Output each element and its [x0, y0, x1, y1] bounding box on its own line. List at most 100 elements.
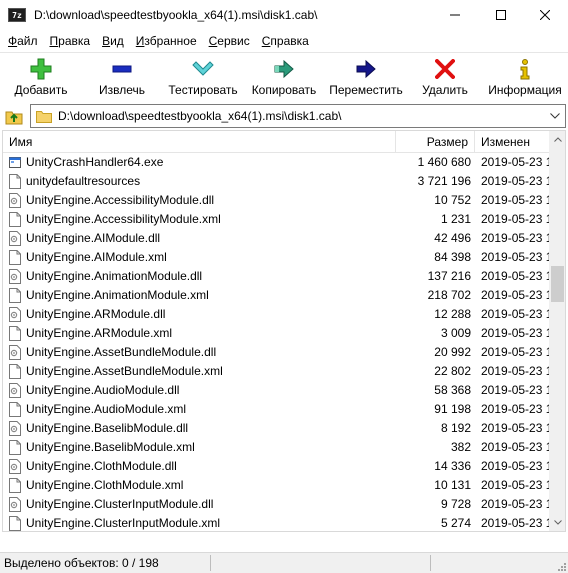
scrollbar-thumb[interactable]: [551, 266, 564, 302]
file-row[interactable]: UnityEngine.BaselibModule.dll 8 192 2019-0…: [3, 419, 549, 438]
close-button[interactable]: [522, 0, 568, 30]
file-row[interactable]: UnityEngine.AudioModule.dll 58 368 2019-05…: [3, 381, 549, 400]
extract-button[interactable]: Извлечь: [92, 53, 152, 101]
column-header-size[interactable]: Размер: [396, 131, 474, 153]
list-header: Имя Размер Изменен: [3, 131, 549, 153]
test-label: Тестировать: [168, 83, 238, 97]
menu-edit[interactable]: Правка: [44, 31, 97, 51]
menu-favorites[interactable]: Избранное: [130, 31, 203, 51]
delete-label: Удалить: [422, 83, 468, 97]
add-button[interactable]: Добавить: [6, 53, 76, 101]
copy-arrow-icon: [274, 59, 294, 79]
address-dropdown-button[interactable]: [549, 109, 561, 123]
delete-button[interactable]: Удалить: [416, 53, 474, 101]
file-modified: 2019-05-23 1: [481, 326, 549, 340]
file-size: 91 198: [434, 402, 471, 416]
file-size: 3 721 196: [417, 174, 471, 188]
copy-button[interactable]: Копировать: [248, 53, 320, 101]
address-path: D:\download\speedtestbyookla_x64(1).msi\…: [58, 109, 342, 123]
menu-help[interactable]: Справка: [256, 31, 315, 51]
up-folder-button[interactable]: [4, 106, 24, 126]
file-name: UnityEngine.AIModule.dll: [26, 231, 161, 245]
extract-label: Извлечь: [98, 83, 145, 97]
file-row[interactable]: UnityEngine.AssetBundleModule.dll 20 992 2…: [3, 343, 549, 362]
file-row[interactable]: UnityEngine.AccessibilityModule.xml 1 231…: [3, 210, 549, 229]
folder-icon: [36, 110, 52, 123]
info-label: Информация: [488, 83, 562, 97]
dll-file-icon: [9, 231, 21, 246]
file-row[interactable]: UnityEngine.ClothModule.dll 14 336 2019-05…: [3, 457, 549, 476]
file-modified: 2019-05-23 1: [481, 250, 549, 264]
dll-file-icon: [9, 193, 21, 208]
info-button[interactable]: Информация: [486, 53, 564, 101]
file-row[interactable]: UnityEngine.AudioModule.xml 91 198 2019-05…: [3, 400, 549, 419]
copy-label: Копировать: [251, 83, 317, 97]
file-row[interactable]: UnityEngine.ARModule.dll 12 288 2019-05-23…: [3, 305, 549, 324]
file-row[interactable]: UnityEngine.BaselibModule.xml 382 2019-05-…: [3, 438, 549, 457]
file-row[interactable]: UnityEngine.AnimationModule.xml 218 702 20…: [3, 286, 549, 305]
file-size: 137 216: [427, 269, 471, 283]
file-name: unitydefaultresources: [26, 174, 141, 188]
file-name: UnityEngine.ClusterInputModule.xml: [26, 516, 221, 530]
file-size: 218 702: [427, 288, 471, 302]
minimize-button[interactable]: [432, 0, 478, 30]
file-modified: 2019-05-23 1: [481, 383, 549, 397]
dll-file-icon: [9, 383, 21, 398]
address-row: D:\download\speedtestbyookla_x64(1).msi\…: [0, 102, 568, 128]
file-modified: 2019-05-23 1: [481, 421, 549, 435]
file-row[interactable]: UnityEngine.ClusterInputModule.xml 5 274 2…: [3, 514, 549, 531]
file-modified: 2019-05-23 1: [481, 440, 549, 454]
file-size: 1 460 680: [417, 155, 471, 169]
column-header-modified[interactable]: Изменен: [475, 131, 549, 153]
file-size: 8 192: [440, 421, 471, 435]
file-row[interactable]: UnityEngine.AccessibilityModule.dll 10 75…: [3, 191, 549, 210]
file-name: UnityEngine.ClothModule.xml: [26, 478, 184, 492]
file-size: 5 274: [440, 516, 471, 530]
status-bar: Выделено объектов: 0 / 198: [0, 552, 568, 573]
toolbar: Добавить Извлечь Тестировать Копировать: [0, 52, 568, 102]
menu-view[interactable]: Вид: [96, 31, 130, 51]
file-modified: 2019-05-23 1: [481, 345, 549, 359]
file-row[interactable]: unitydefaultresources 3 721 196 2019-05-23…: [3, 172, 549, 191]
move-button[interactable]: Переместить: [326, 53, 406, 101]
maximize-button[interactable]: [478, 0, 524, 30]
file-icon: [9, 212, 21, 227]
vertical-scrollbar[interactable]: [549, 131, 565, 531]
scroll-down-button[interactable]: [549, 514, 565, 531]
file-row[interactable]: UnityEngine.AIModule.dll 42 496 2019-05-23…: [3, 229, 549, 248]
file-row[interactable]: UnityEngine.AIModule.xml 84 398 2019-05-23…: [3, 248, 549, 267]
test-button[interactable]: Тестировать: [166, 53, 240, 101]
status-divider: [430, 555, 431, 571]
file-row[interactable]: UnityEngine.ARModule.xml 3 009 2019-05-23 …: [3, 324, 549, 343]
app-icon: 7z: [8, 8, 26, 22]
file-row[interactable]: UnityEngine.ClothModule.xml 10 131 2019-05…: [3, 476, 549, 495]
file-modified: 2019-05-23 1: [481, 155, 549, 169]
file-row[interactable]: UnityEngine.AnimationModule.dll 137 216 20…: [3, 267, 549, 286]
file-modified: 2019-05-23 1: [481, 497, 549, 511]
dll-file-icon: [9, 421, 21, 436]
menu-file[interactable]: Файл: [2, 31, 44, 51]
file-icon: [9, 440, 21, 455]
menu-bar: Файл Правка Вид Избранное Сервис Справка: [0, 30, 568, 52]
file-modified: 2019-05-23 1: [481, 193, 549, 207]
file-name: UnityEngine.AIModule.xml: [26, 250, 167, 264]
file-size: 22 802: [434, 364, 471, 378]
file-size: 14 336: [434, 459, 471, 473]
file-row[interactable]: UnityCrashHandler64.exe 1 460 680 2019-05-…: [3, 153, 549, 172]
file-icon: [9, 288, 21, 303]
file-icon: [9, 174, 21, 189]
file-size: 20 992: [434, 345, 471, 359]
move-arrow-icon: [356, 59, 376, 79]
resize-grip-icon[interactable]: [556, 561, 566, 571]
file-list[interactable]: Имя Размер Изменен UnityCrashHandler64.e…: [2, 130, 566, 532]
file-row[interactable]: UnityEngine.AssetBundleModule.xml 22 802 2…: [3, 362, 549, 381]
file-modified: 2019-05-23 1: [481, 288, 549, 302]
status-divider: [210, 555, 211, 571]
address-bar[interactable]: D:\download\speedtestbyookla_x64(1).msi\…: [30, 104, 566, 128]
file-modified: 2019-05-23 1: [481, 478, 549, 492]
menu-tools[interactable]: Сервис: [203, 31, 256, 51]
scroll-up-button[interactable]: [549, 131, 565, 148]
column-header-name[interactable]: Имя: [3, 131, 395, 153]
file-modified: 2019-05-23 1: [481, 269, 549, 283]
file-row[interactable]: UnityEngine.ClusterInputModule.dll 9 728 2…: [3, 495, 549, 514]
